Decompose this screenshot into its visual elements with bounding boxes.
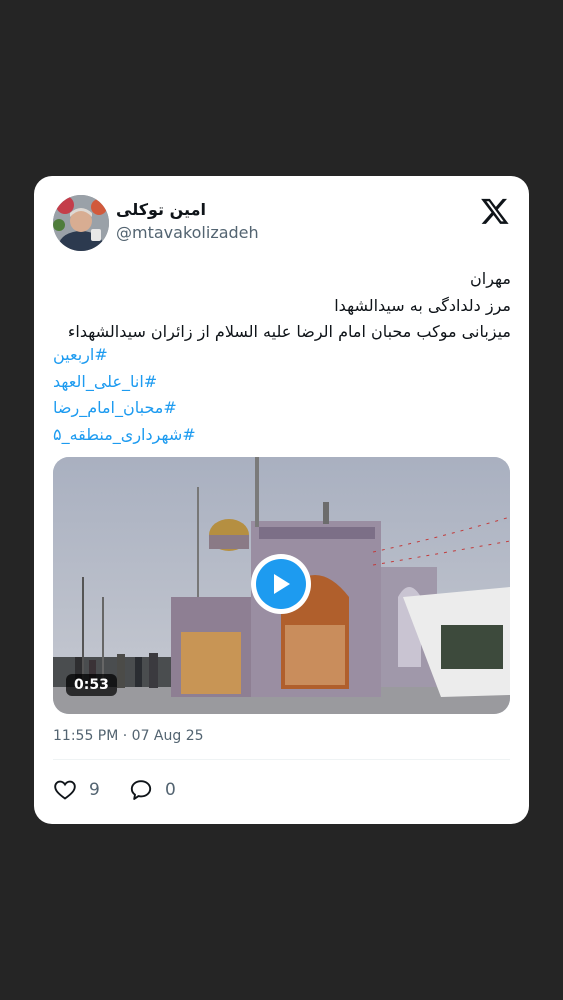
tweet-line: مهران xyxy=(470,269,511,288)
x-logo-icon[interactable] xyxy=(480,196,510,226)
avatar[interactable] xyxy=(53,195,109,251)
hashtag-link[interactable]: #انا_علی_العهد xyxy=(53,369,196,396)
tweet-card: امین توکلی @mtavakolizadeh مهران مرز دلد… xyxy=(34,176,529,824)
divider xyxy=(53,759,510,760)
author-handle[interactable]: @mtavakolizadeh xyxy=(116,223,259,242)
play-button[interactable] xyxy=(251,554,311,614)
hashtag-link[interactable]: #اربعین xyxy=(53,342,196,369)
tweet-timestamp[interactable]: 11:55 PM · 07 Aug 25 xyxy=(53,728,204,744)
video-duration-badge: 0:53 xyxy=(66,674,117,696)
video-player[interactable]: 0:53 xyxy=(53,457,510,714)
heart-icon xyxy=(54,780,76,800)
like-button[interactable]: 9 xyxy=(53,778,100,802)
tweet-text: مهران مرز دلدادگی به سیدالشهدا میزبانی م… xyxy=(53,266,511,346)
tweet-line: مرز دلدادگی به سیدالشهدا xyxy=(334,295,511,315)
reply-bubble-icon xyxy=(130,780,152,800)
hashtag-link[interactable]: #شهرداری_منطقه_۵ xyxy=(53,422,196,449)
reply-count: 0 xyxy=(165,780,176,800)
play-icon xyxy=(256,559,306,609)
hashtag-list: #اربعین #انا_علی_العهد #محبان_امام_رضا #… xyxy=(53,342,196,448)
author-display-name[interactable]: امین توکلی xyxy=(116,200,206,219)
reply-button[interactable]: 0 xyxy=(129,778,176,802)
hashtag-link[interactable]: #محبان_امام_رضا xyxy=(53,395,196,422)
like-count: 9 xyxy=(89,780,100,800)
